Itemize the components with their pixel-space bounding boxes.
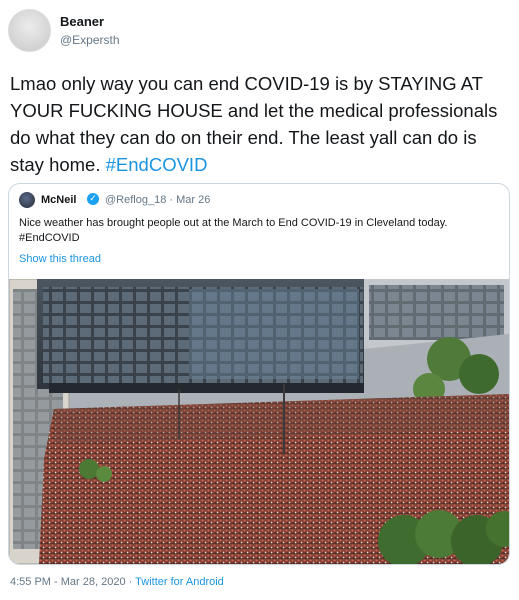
show-thread-link[interactable]: Show this thread bbox=[19, 253, 101, 265]
author-handle[interactable]: @Expersth bbox=[60, 33, 120, 47]
quoted-tweet-text: Nice weather has brought people out at t… bbox=[19, 217, 448, 244]
author-avatar[interactable] bbox=[8, 9, 51, 52]
quoted-author-meta: @Reflog_18 · Mar 26 bbox=[105, 194, 211, 206]
quoted-tweet-card[interactable]: McNeil ✓ @Reflog_18 · Mar 26 Nice weathe… bbox=[8, 183, 510, 565]
quoted-author-name[interactable]: McNeil bbox=[41, 194, 76, 206]
tweet-footer: 4:55 PM - Mar 28, 2020 · Twitter for And… bbox=[10, 576, 224, 588]
tweet-timestamp[interactable]: 4:55 PM - Mar 28, 2020 · bbox=[10, 576, 135, 588]
verified-badge-icon: ✓ bbox=[87, 193, 99, 205]
tweet-text: Lmao only way you can end COVID-19 is by… bbox=[10, 70, 508, 178]
hashtag-link[interactable]: #EndCOVID bbox=[106, 154, 208, 175]
quoted-author-avatar[interactable] bbox=[19, 192, 35, 208]
crowd-photo[interactable] bbox=[9, 279, 509, 564]
tweet-body: Lmao only way you can end COVID-19 is by… bbox=[10, 73, 498, 175]
author-display-name[interactable]: Beaner bbox=[60, 14, 104, 29]
tweet-source-link[interactable]: Twitter for Android bbox=[135, 576, 224, 588]
